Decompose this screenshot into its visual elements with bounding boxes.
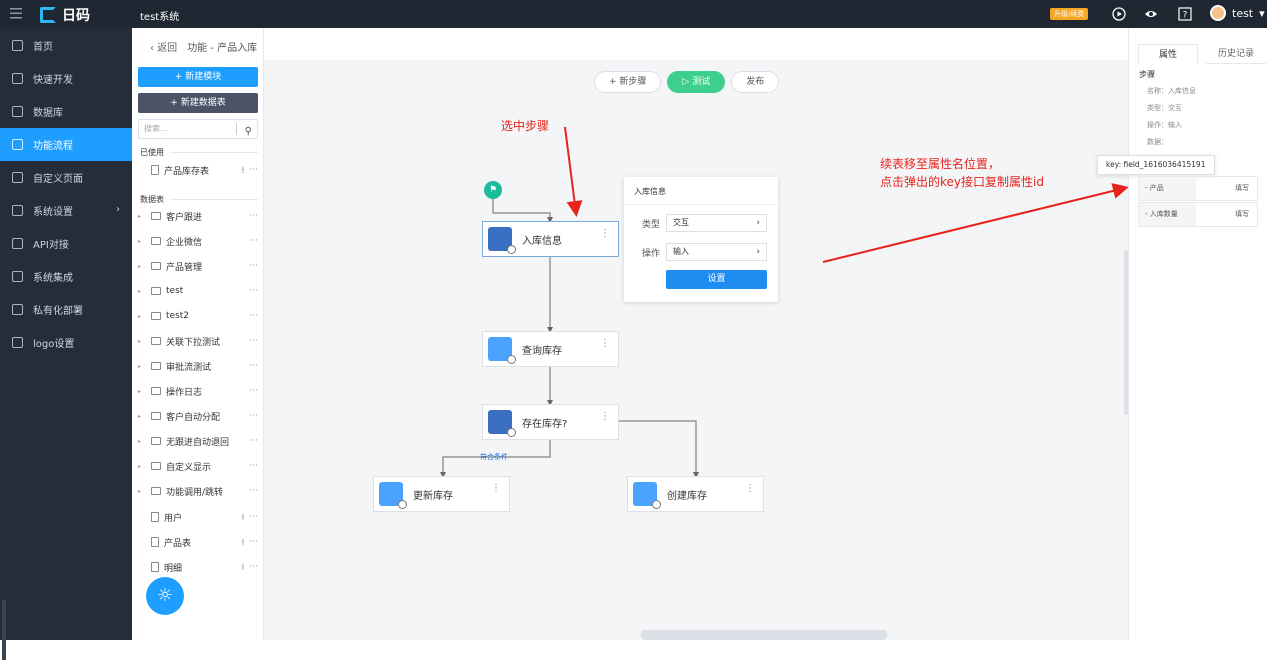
prop-type: 类型：交互 (1147, 104, 1182, 112)
chevron-right-icon: › (756, 247, 760, 257)
node-menu-icon[interactable]: ⋮ (491, 483, 501, 494)
settings-button[interactable]: 设置 (666, 270, 767, 289)
type-label: 类型 (642, 220, 661, 230)
update-step-icon (379, 482, 407, 509)
annotation-instruction-2: 点击弹出的key接口复制属性id (880, 175, 1044, 189)
flow-node-create-stock[interactable]: 创建库存 ⋮ (627, 476, 764, 512)
prop-op: 操作：输入 (1147, 121, 1182, 129)
step-popup: 入库信息 类型 交互 › 操作 输入 › 设置 (624, 177, 778, 302)
annotation-instruction-1: 续表移至属性名位置， (880, 157, 1001, 171)
property-tabs: 属性 历史记录 (1138, 44, 1266, 64)
flow-node-input-info[interactable]: 入库信息 ⋮ (482, 221, 619, 257)
condition-step-icon (488, 410, 516, 437)
interaction-step-icon (488, 227, 516, 254)
prop-data: 数据： (1147, 138, 1168, 146)
node-menu-icon[interactable]: ⋮ (600, 228, 610, 239)
branch-label: 符合条件 (480, 453, 508, 461)
flow-node-update-stock[interactable]: 更新库存 ⋮ (373, 476, 510, 512)
node-menu-icon[interactable]: ⋮ (600, 411, 610, 422)
tab-properties[interactable]: 属性 (1138, 44, 1198, 64)
flow-node-query-stock[interactable]: 查询库存 ⋮ (482, 331, 619, 367)
node-menu-icon[interactable]: ⋮ (745, 483, 755, 494)
flow-node-stock-exists[interactable]: 存在库存? ⋮ (482, 404, 619, 440)
step-section-title: 步骤 (1139, 70, 1155, 79)
popup-title: 入库信息 (634, 187, 666, 196)
prop-name: 名称：入库信息 (1147, 87, 1196, 95)
op-label: 操作 (642, 249, 661, 259)
flag-icon[interactable]: ⚑ (484, 181, 502, 199)
horizontal-scrollbar[interactable] (641, 630, 887, 640)
key-tooltip[interactable]: key: field_1616036415191 (1097, 155, 1215, 175)
node-menu-icon[interactable]: ⋮ (600, 338, 610, 349)
op-select[interactable]: 输入 › (666, 243, 767, 261)
flow-connectors (440, 126, 1129, 478)
annotation-select-step: 选中步骤 (501, 119, 550, 133)
field-row[interactable]: - 产品 填写 (1138, 176, 1258, 201)
query-step-icon (488, 337, 516, 364)
vertical-scrollbar[interactable] (1124, 250, 1128, 415)
chevron-right-icon: › (756, 218, 760, 228)
field-row[interactable]: - 入库数量 填写 (1138, 202, 1258, 227)
create-step-icon (633, 482, 661, 509)
type-select[interactable]: 交互 › (666, 214, 767, 232)
tab-history[interactable]: 历史记录 (1206, 44, 1266, 64)
